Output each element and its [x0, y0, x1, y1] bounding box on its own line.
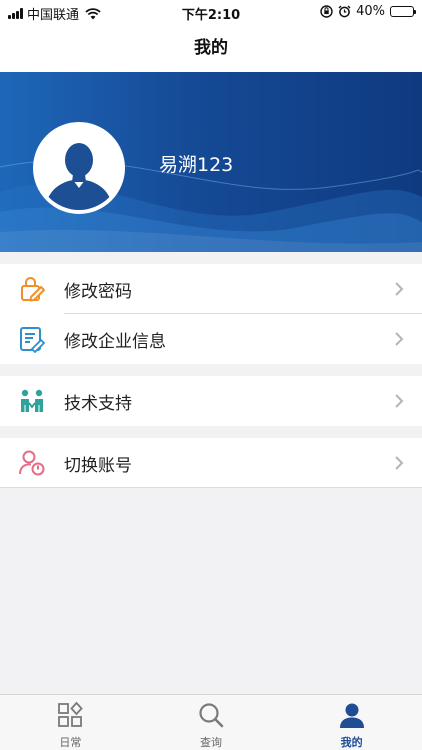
menu-group-support: 技术支持	[0, 376, 422, 426]
tab-label: 日常	[59, 736, 82, 749]
menu-item-label: 修改企业信息	[64, 331, 166, 352]
person-icon	[339, 703, 364, 728]
chevron-right-icon	[395, 456, 404, 470]
support-people-icon	[21, 389, 43, 412]
menu-item-tech-support[interactable]: 技术支持	[0, 376, 422, 426]
page-title: 我的	[0, 24, 422, 72]
battery-percent: 40%	[356, 4, 385, 19]
chevron-right-icon	[395, 332, 404, 346]
grid-icon	[58, 701, 84, 727]
menu-group-account: 修改密码 修改企业信息	[0, 264, 422, 364]
status-right: 40%	[320, 4, 416, 19]
battery-icon	[390, 6, 416, 17]
menu-item-edit-company-info[interactable]: 修改企业信息	[0, 314, 422, 364]
menu-item-label: 修改密码	[64, 281, 132, 302]
orientation-lock-icon	[320, 5, 333, 18]
alarm-icon	[338, 5, 351, 18]
menu-item-label: 技术支持	[64, 393, 132, 414]
tab-daily[interactable]: 日常	[0, 695, 141, 750]
tab-label: 我的	[340, 736, 363, 749]
menu-item-change-password[interactable]: 修改密码	[0, 264, 422, 314]
lock-edit-icon	[21, 277, 45, 302]
chevron-right-icon	[395, 394, 404, 408]
search-icon	[199, 703, 224, 728]
profile-banner: 易溯123	[0, 72, 422, 252]
menu-item-label: 切换账号	[64, 455, 132, 476]
menu-item-switch-account[interactable]: 切换账号	[0, 438, 422, 488]
divider	[0, 487, 422, 488]
tab-bar: 日常 查询 我的	[0, 694, 422, 750]
tab-label: 查询	[200, 736, 222, 749]
chevron-right-icon	[395, 282, 404, 296]
username: 易溯123	[159, 154, 234, 176]
menu-group-switch: 切换账号	[0, 438, 422, 488]
user-silhouette-icon	[37, 126, 121, 210]
status-bar: 中国联通 下午2:10 40%	[0, 0, 422, 24]
tab-query[interactable]: 查询	[141, 695, 282, 750]
user-switch-icon	[19, 450, 45, 476]
avatar[interactable]	[33, 122, 125, 214]
tab-mine[interactable]: 我的	[281, 695, 422, 750]
document-edit-icon	[20, 327, 45, 353]
